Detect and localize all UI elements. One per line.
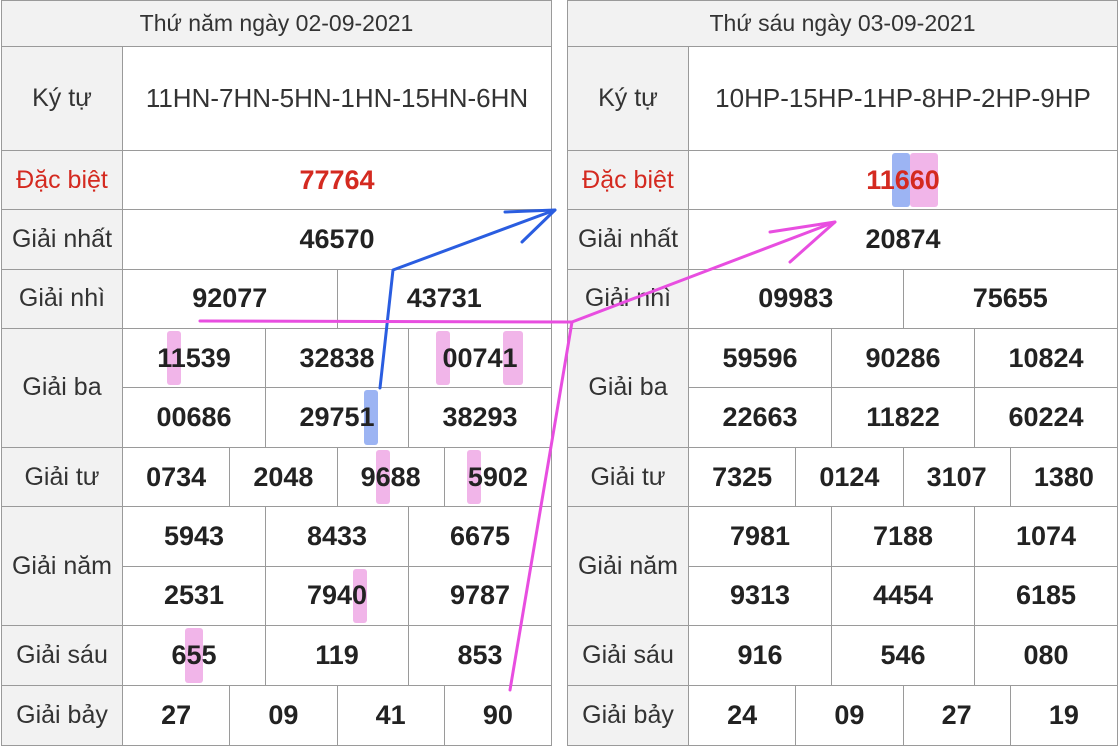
special-prize-number: 11660 (689, 151, 1117, 209)
prize-number: 1074 (974, 507, 1117, 566)
prize-number: 2531 (163, 580, 225, 611)
prize-number: 11539 (123, 329, 265, 387)
prize-number: 09 (795, 685, 902, 746)
prize-number: 853 (408, 626, 551, 685)
results-table-right: Thứ sáu ngày 03-09-2021 Ký tự 10HP-15HP-… (567, 0, 1118, 746)
table-header-date: Thứ năm ngày 02-09-2021 (2, 1, 551, 47)
prize-number: 29751 (265, 388, 408, 447)
row-label: Giải năm (2, 507, 123, 626)
prize-number: 24 (727, 699, 758, 730)
row-label: Giải nhì (568, 269, 689, 329)
prize-number: 3107 (902, 447, 1010, 507)
prize-number: 09983 (758, 283, 834, 314)
row-dac-biet: Đặc biệt 11660 (568, 150, 1117, 211)
special-prize-number: 77764 (299, 164, 375, 195)
row-label: Giải tư (2, 447, 123, 507)
prize-number: 1380 (1009, 447, 1117, 507)
prize-number: 9313 (729, 580, 791, 611)
prize-number: 655 (123, 626, 265, 684)
row-label: Đặc biệt (2, 150, 123, 210)
prize-number: 0124 (795, 447, 902, 507)
prize-number: 32838 (265, 329, 408, 388)
prize-number: 10824 (974, 329, 1117, 388)
prize-number: 59596 (722, 342, 798, 373)
row-label: Giải ba (2, 329, 123, 447)
prize-number: 546 (831, 626, 974, 685)
row-giai-sau: Giải sáu 916 546 080 (568, 626, 1117, 686)
row-dac-biet: Đặc biệt 77764 (2, 150, 551, 211)
row-ky-tu: Ký tự 11HN-7HN-5HN-1HN-15HN-6HN (2, 46, 551, 151)
row-giai-nhat: Giải nhất 20874 (568, 210, 1117, 270)
row-label: Giải nhất (2, 210, 123, 269)
row-ky-tu: Ký tự 10HP-15HP-1HP-8HP-2HP-9HP (568, 46, 1117, 151)
prize-number: 38293 (408, 388, 551, 447)
row-giai-tu: Giải tư 0734 2048 9688 5902 (2, 447, 551, 508)
prize-number: 75655 (902, 269, 1118, 329)
prize-number: 8433 (265, 507, 408, 566)
prize-number: 11822 (831, 388, 974, 447)
prize-number: 916 (737, 639, 783, 670)
row-label: Giải nhất (568, 210, 689, 269)
row-giai-sau: Giải sáu 655 119 853 (2, 626, 551, 686)
prize-number: 9688 (336, 447, 444, 507)
prize-number: 5902 (443, 447, 551, 507)
prize-number: 27 (161, 699, 192, 730)
prize-number: 09 (229, 685, 336, 746)
prize-number: 19 (1009, 685, 1117, 746)
row-label: Giải tư (568, 447, 689, 507)
prize-number: 0734 (146, 461, 207, 492)
prize-number: 90286 (831, 329, 974, 388)
row-label: Giải bảy (568, 685, 689, 746)
ky-tu-value: 10HP-15HP-1HP-8HP-2HP-9HP (715, 83, 1091, 114)
prize-number: 6185 (974, 566, 1117, 626)
table-header-date: Thứ sáu ngày 03-09-2021 (568, 1, 1117, 47)
row-label: Giải bảy (2, 685, 123, 746)
prize-number: 60224 (974, 388, 1117, 447)
row-giai-ba: Giải ba 59596 90286 10824 22663 11822 60… (568, 329, 1117, 448)
row-giai-nhi: Giải nhì 92077 43731 (2, 269, 552, 330)
prize-number: 5943 (163, 521, 225, 552)
prize-number: 41 (336, 685, 444, 746)
prize-number: 4454 (831, 566, 974, 626)
prize-number: 43731 (336, 269, 552, 329)
prize-number: 92077 (192, 283, 268, 314)
row-label: Đặc biệt (568, 150, 689, 210)
ky-tu-value: 11HN-7HN-5HN-1HN-15HN-6HN (145, 83, 529, 114)
prize-number: 20874 (865, 223, 941, 254)
row-label: Ký tự (2, 46, 123, 150)
row-label: Giải ba (568, 329, 689, 447)
prize-number: 7981 (729, 521, 791, 552)
prize-number: 7940 (265, 566, 408, 626)
row-label: Giải sáu (2, 626, 123, 685)
prize-number: 7325 (712, 461, 773, 492)
prize-number: 7188 (831, 507, 974, 566)
row-giai-nhat: Giải nhất 46570 (2, 210, 551, 270)
prize-number: 2048 (229, 447, 336, 507)
prize-number: 00686 (156, 402, 232, 433)
row-label: Ký tự (568, 46, 689, 150)
row-giai-nam: Giải năm 5943 8433 6675 2531 7940 9787 (2, 507, 551, 627)
row-giai-nhi: Giải nhì 09983 75655 (568, 269, 1118, 330)
prize-number: 00741 (408, 329, 551, 388)
prize-number: 22663 (722, 402, 798, 433)
prize-number: 46570 (299, 223, 375, 254)
prize-number: 119 (265, 626, 408, 685)
row-giai-ba: Giải ba 11539 32838 00741 00686 29751 38… (2, 329, 551, 448)
row-label: Giải nhì (2, 269, 123, 329)
prize-number: 080 (974, 626, 1117, 685)
row-giai-bay: Giải bảy 27 09 41 90 (2, 685, 551, 746)
prize-number: 6675 (408, 507, 551, 566)
row-giai-tu: Giải tư 7325 0124 3107 1380 (568, 447, 1117, 508)
prize-number: 9787 (408, 566, 551, 626)
prize-number: 90 (443, 685, 551, 746)
row-label: Giải sáu (568, 626, 689, 685)
row-giai-bay: Giải bảy 24 09 27 19 (568, 685, 1117, 746)
row-giai-nam: Giải năm 7981 7188 1074 9313 4454 6185 (568, 507, 1117, 627)
prize-number: 27 (902, 685, 1010, 746)
row-label: Giải năm (568, 507, 689, 626)
results-table-left: Thứ năm ngày 02-09-2021 Ký tự 11HN-7HN-5… (1, 0, 552, 746)
